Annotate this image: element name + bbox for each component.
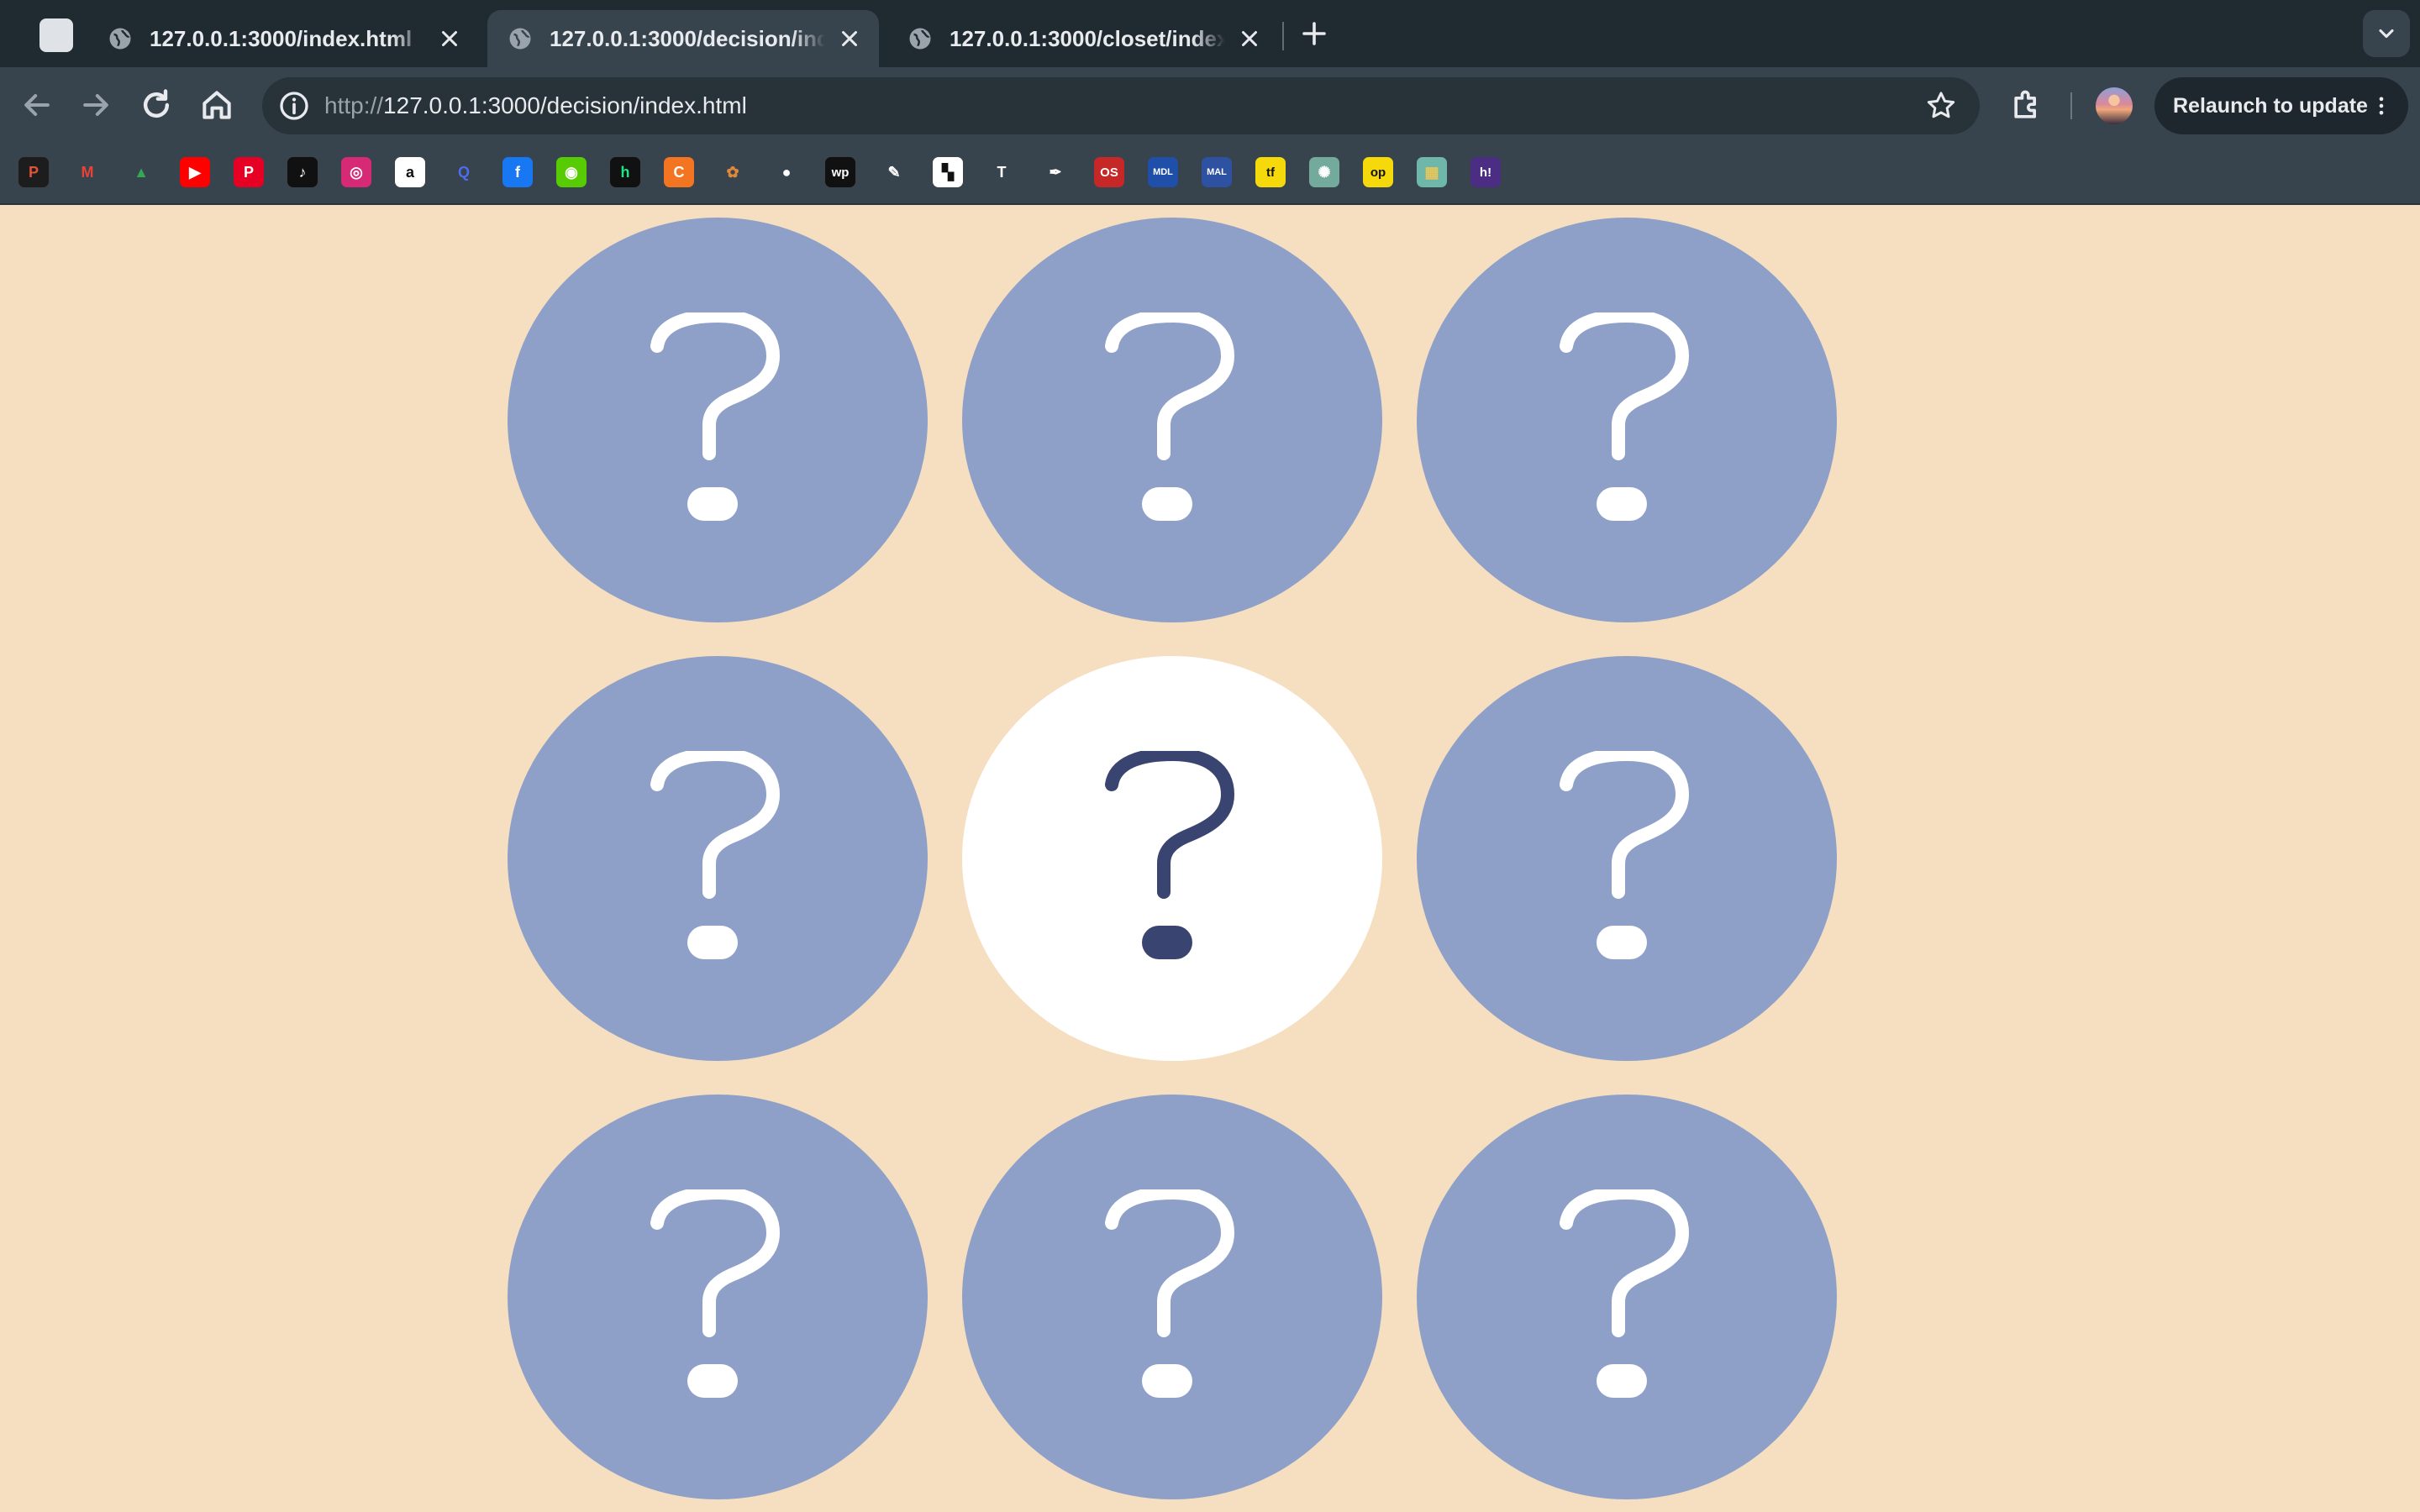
toolbar-divider (2070, 92, 2072, 119)
tab-title: 127.0.0.1:3000/index.html (150, 25, 413, 51)
tab-separator (1282, 22, 1284, 50)
choice-card[interactable] (962, 218, 1382, 622)
tab-index[interactable]: 127.0.0.1:3000/index.html (87, 10, 479, 67)
squares-favicon[interactable]: ▚ (933, 157, 963, 187)
thetf-favicon[interactable]: tf (1255, 157, 1286, 187)
question-mark-icon (650, 1189, 780, 1398)
choice-card[interactable] (508, 218, 928, 622)
chatgpt-favicon[interactable]: ✺ (1309, 157, 1339, 187)
amazon-favicon[interactable]: a (395, 157, 425, 187)
washington-post-favicon[interactable]: wp (825, 157, 855, 187)
tab-closet[interactable]: 127.0.0.1:3000/closet/index.html (887, 10, 1279, 67)
mal-favicon[interactable]: MAL (1202, 157, 1232, 187)
question-mark-icon (1560, 1189, 1689, 1398)
pen-favicon[interactable]: ✒ (1040, 157, 1071, 187)
forward-arrow-icon[interactable] (77, 87, 114, 123)
tab-group-icon[interactable] (39, 18, 73, 52)
tab-title: 127.0.0.1:3000/closet/index.html (950, 25, 1225, 51)
question-mark-icon (1105, 1189, 1234, 1398)
nytimes-favicon[interactable]: T (986, 157, 1017, 187)
bookmarks-bar: P M ▲ ▶ P ♪ ◎ a Qf ◉ h C ✿ ● wp ✎ ▚ T ✒ OS MDL MAL tf ✺ op ▦ h! (0, 143, 2420, 205)
patreon-favicon[interactable]: P (18, 157, 49, 187)
browser-toolbar: http://127.0.0.1:3000/decision/index.htm… (0, 67, 2420, 143)
extensions-puzzle-icon[interactable] (2008, 87, 2045, 124)
op-favicon[interactable]: op (1363, 157, 1393, 187)
duolingo-favicon[interactable]: ◉ (556, 157, 587, 187)
url-host-path: 127.0.0.1:3000/decision/index.html (383, 92, 747, 118)
globe-icon (909, 28, 931, 50)
decision-page (0, 205, 2420, 1512)
hulu-favicon[interactable]: h (610, 157, 640, 187)
facebook-favicon[interactable]: f (502, 157, 533, 187)
choice-card[interactable] (1417, 218, 1837, 622)
tab-title: 127.0.0.1:3000/decision/index.html (550, 25, 825, 51)
map-favicon[interactable]: ▦ (1417, 157, 1447, 187)
tab-strip: 127.0.0.1:3000/index.html 127.0.0.1:3000… (0, 0, 2420, 67)
writer-favicon[interactable]: ✎ (879, 157, 909, 187)
choice-card[interactable] (508, 1095, 928, 1499)
os-favicon[interactable]: OS (1094, 157, 1124, 187)
chevron-down-icon (2379, 29, 2394, 39)
question-mark-icon (650, 312, 780, 521)
animal-favicon[interactable]: ✿ (718, 157, 748, 187)
close-icon[interactable] (1237, 26, 1262, 51)
relaunch-button[interactable]: Relaunch to update (2154, 77, 2408, 134)
tab-decision[interactable]: 127.0.0.1:3000/decision/index.html (487, 10, 879, 67)
close-icon[interactable] (437, 26, 462, 51)
choice-card[interactable] (1417, 1095, 1837, 1499)
globe-icon (109, 28, 131, 50)
quora-favicon[interactable]: Q (449, 157, 479, 187)
question-mark-icon (650, 751, 780, 959)
choice-card-selected[interactable] (962, 656, 1382, 1061)
question-mark-icon (1105, 751, 1234, 959)
hi-favicon[interactable]: h! (1470, 157, 1501, 187)
choice-card[interactable] (1417, 656, 1837, 1061)
globe-icon (509, 28, 531, 50)
address-bar[interactable]: http://127.0.0.1:3000/decision/index.htm… (262, 77, 1980, 134)
url-scheme: http:// (324, 92, 384, 118)
more-menu-icon[interactable] (2370, 94, 2393, 118)
instagram-favicon[interactable]: ◎ (341, 157, 371, 187)
mdl-favicon[interactable]: MDL (1148, 157, 1178, 187)
google-drive-favicon[interactable]: ▲ (126, 157, 156, 187)
youtube-favicon[interactable]: ▶ (180, 157, 210, 187)
site-info-icon[interactable] (277, 89, 311, 123)
reload-icon[interactable] (138, 87, 175, 123)
url-text: http://127.0.0.1:3000/decision/index.htm… (324, 77, 747, 134)
close-icon[interactable] (837, 26, 862, 51)
tab-search-button[interactable] (2363, 10, 2410, 57)
bookmark-star-icon[interactable] (1924, 89, 1958, 123)
gmail-favicon[interactable]: M (72, 157, 103, 187)
home-icon[interactable] (198, 87, 235, 123)
question-mark-icon (1560, 751, 1689, 959)
question-mark-icon (1105, 312, 1234, 521)
crunchyroll-favicon[interactable]: C (664, 157, 694, 187)
pinterest-favicon[interactable]: P (234, 157, 264, 187)
relaunch-label: Relaunch to update (2173, 93, 2368, 118)
back-arrow-icon[interactable] (18, 87, 55, 123)
question-mark-icon (1560, 312, 1689, 521)
profile-avatar[interactable] (2096, 87, 2133, 124)
reddit-favicon[interactable]: ● (771, 157, 802, 187)
choice-card[interactable] (962, 1095, 1382, 1499)
tiktok-favicon[interactable]: ♪ (287, 157, 318, 187)
choice-card[interactable] (508, 656, 928, 1061)
new-tab-plus-icon[interactable] (1299, 18, 1329, 49)
